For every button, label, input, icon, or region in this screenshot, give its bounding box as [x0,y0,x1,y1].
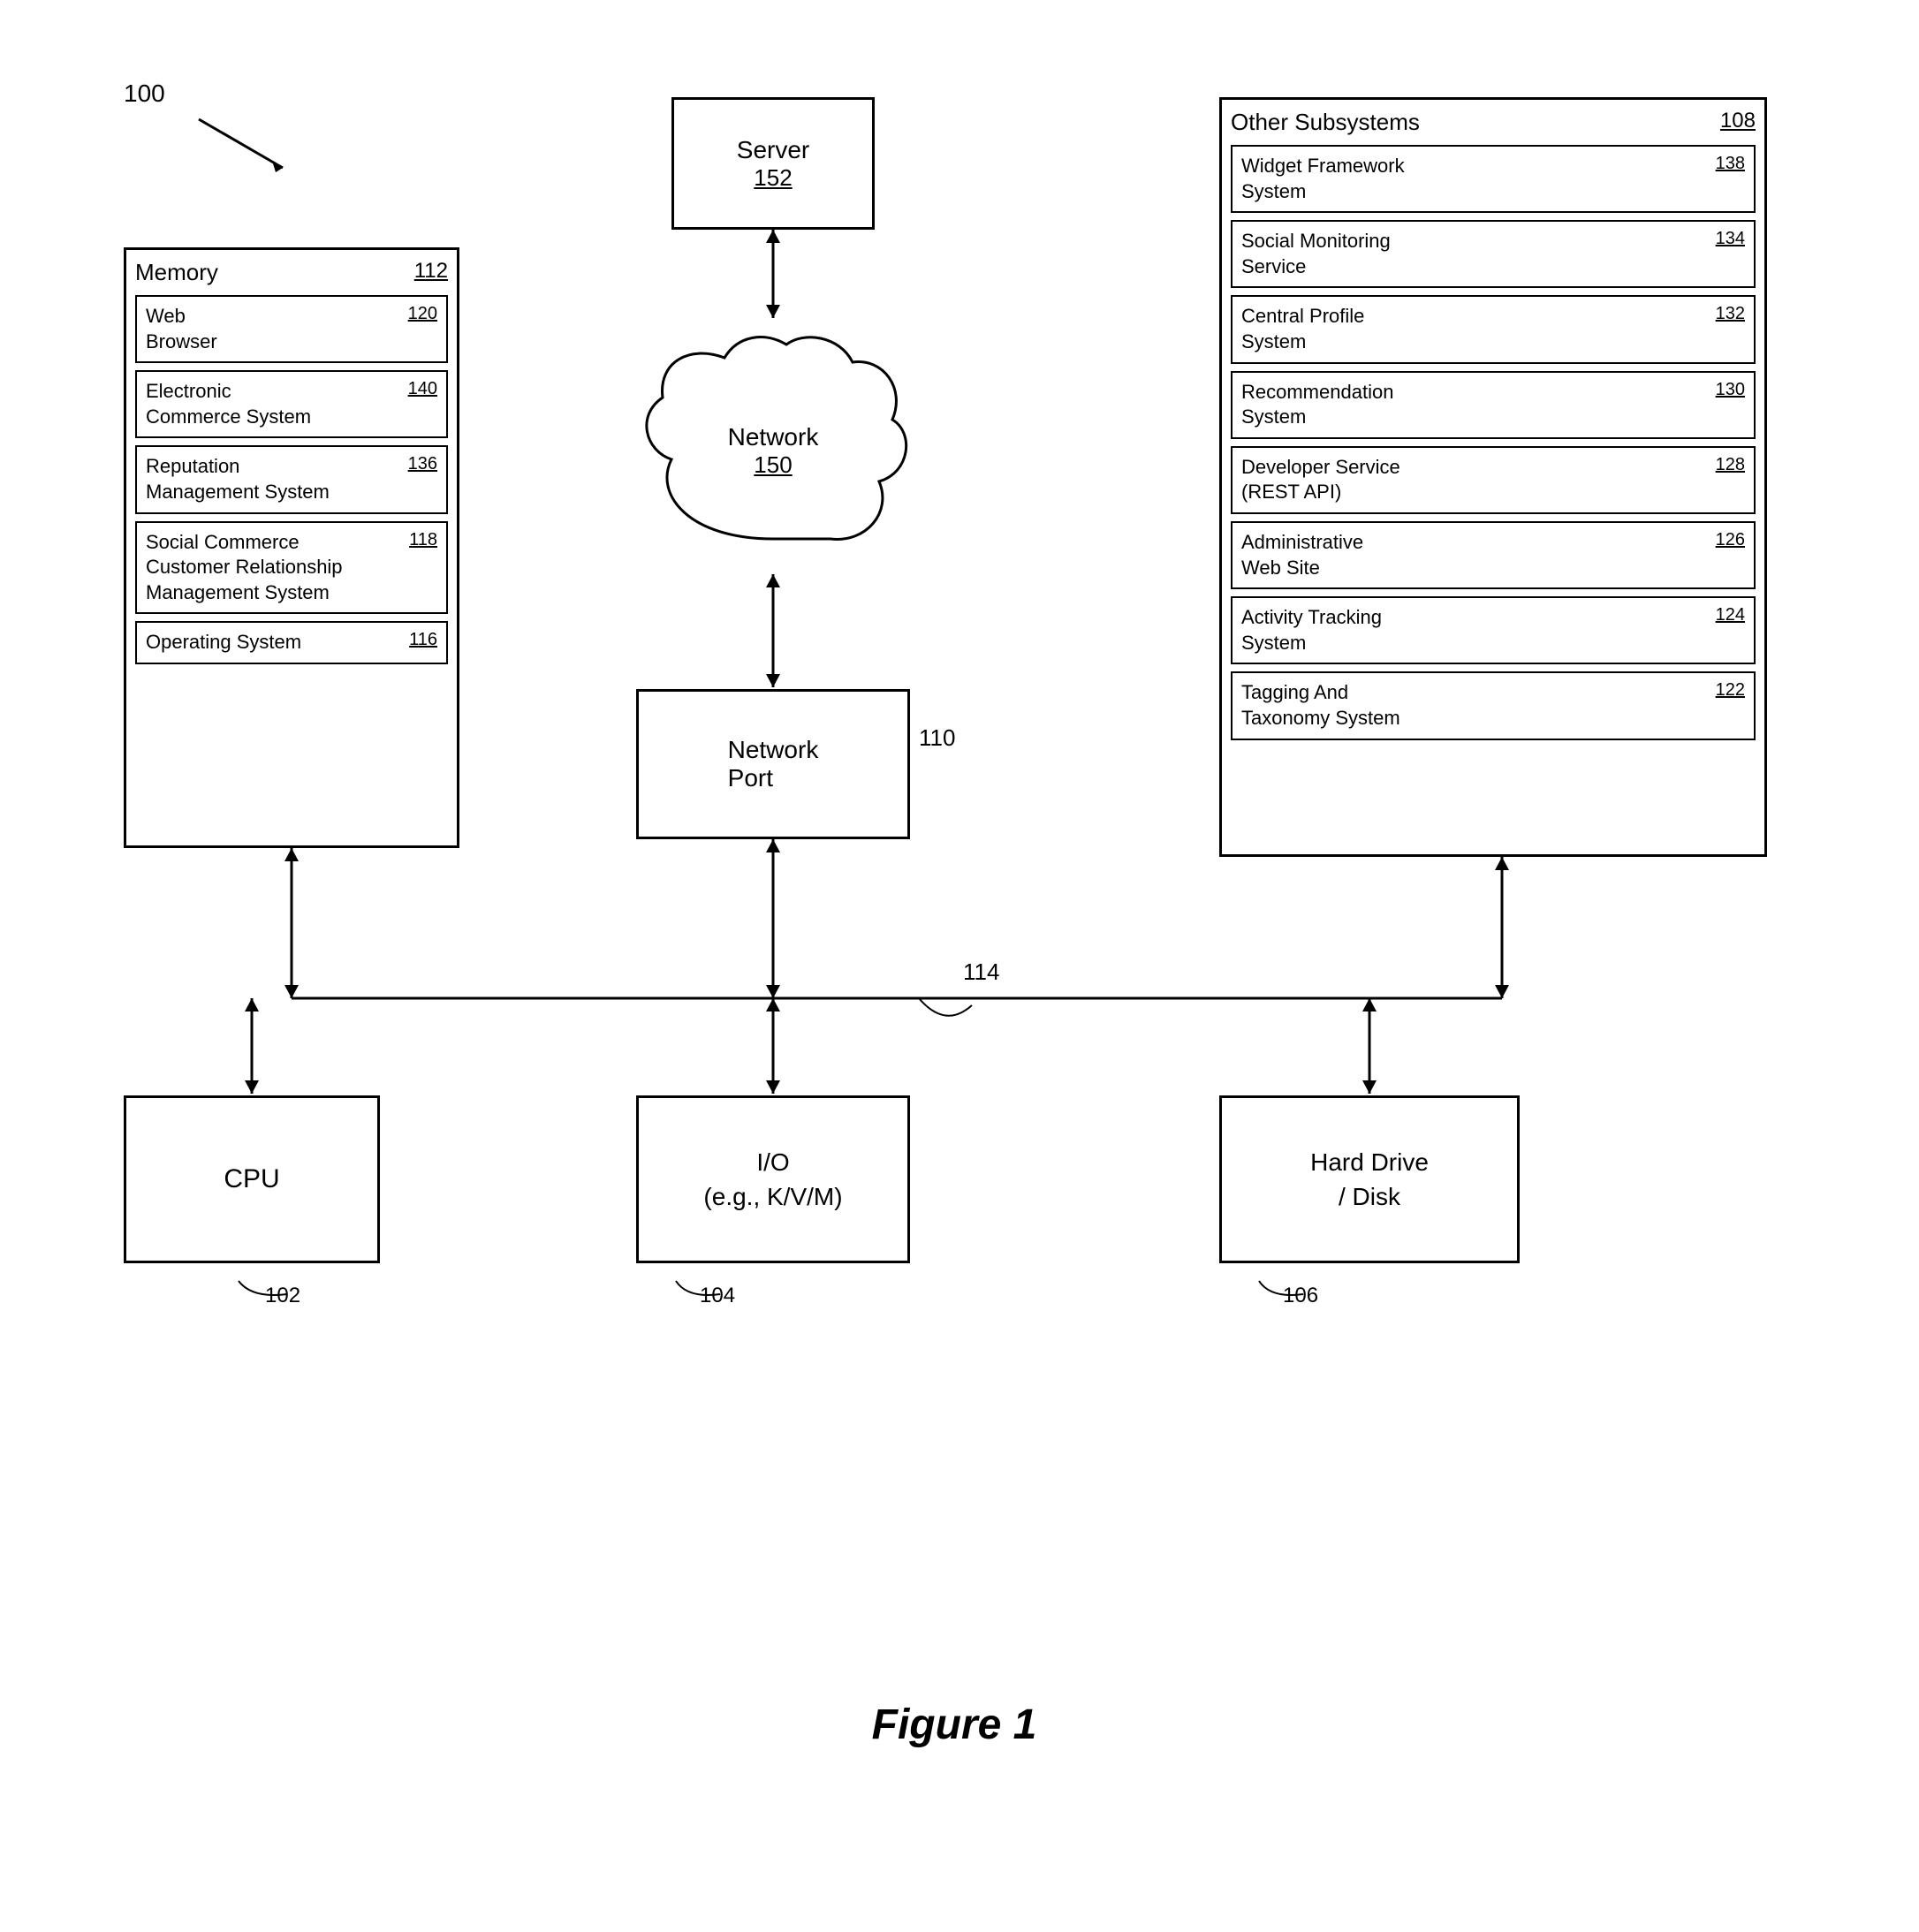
io-title: I/O(e.g., K/V/M) [703,1145,842,1214]
cpu-title: CPU [224,1164,279,1194]
label-100: 100 [124,80,165,108]
reputation-num: 136 [408,454,437,474]
reputation-title: ReputationManagement System [146,454,330,504]
label-cpu: 102 [234,1277,305,1309]
other-title: Other Subsystems [1231,109,1420,136]
reputation-box: ReputationManagement System 136 [135,445,448,513]
label-io: 104 [671,1277,733,1303]
label-hd: 106 [1255,1277,1316,1309]
social-monitoring-box: Social MonitoringService 134 [1231,220,1756,288]
activity-tracking-box: Activity TrackingSystem 124 [1231,596,1756,664]
server-title: Server [737,136,809,164]
admin-web-num: 126 [1716,530,1745,550]
os-box: Operating System 116 [135,621,448,664]
social-commerce-title: Social CommerceCustomer RelationshipMana… [146,530,343,606]
social-monitoring-title: Social MonitoringService [1241,229,1391,279]
server-box: Server 152 [671,97,875,230]
hd-num: 106 [1283,1284,1318,1308]
network-title: Network [728,423,819,451]
tagging-taxonomy-title: Tagging AndTaxonomy System [1241,680,1400,731]
label-114: 114 [963,958,999,986]
developer-service-box: Developer Service(REST API) 128 [1231,446,1756,514]
figure-caption: Figure 1 [872,1701,1037,1749]
web-browser-box: WebBrowser 120 [135,295,448,363]
hard-drive-box: Hard Drive/ Disk [1219,1095,1520,1263]
os-num: 116 [409,630,437,650]
io-box: I/O(e.g., K/V/M) [636,1095,910,1263]
ecommerce-num: 140 [408,379,437,399]
tagging-taxonomy-box: Tagging AndTaxonomy System 122 [1231,671,1756,739]
recommendation-box: RecommendationSystem 130 [1231,371,1756,439]
central-profile-num: 132 [1716,304,1745,324]
ecommerce-box: ElectronicCommerce System 140 [135,370,448,438]
other-subsystems-box: Other Subsystems 108 Widget FrameworkSys… [1219,97,1767,857]
activity-tracking-num: 124 [1716,605,1745,625]
social-commerce-box: Social CommerceCustomer RelationshipMana… [135,521,448,615]
recommendation-num: 130 [1716,380,1745,400]
web-browser-title: WebBrowser [146,304,217,354]
label-110: 110 [919,724,955,752]
admin-web-box: AdministrativeWeb Site 126 [1231,521,1756,589]
ecommerce-title: ElectronicCommerce System [146,379,311,429]
activity-tracking-title: Activity TrackingSystem [1241,605,1382,655]
memory-box: Memory 112 WebBrowser 120 ElectronicComm… [124,247,459,848]
recommendation-title: RecommendationSystem [1241,380,1393,430]
social-monitoring-num: 134 [1716,229,1745,249]
server-num: 152 [754,164,792,192]
admin-web-title: AdministrativeWeb Site [1241,530,1363,580]
developer-service-num: 128 [1716,455,1745,475]
widget-framework-title: Widget FrameworkSystem [1241,154,1405,204]
network-cloud: Network 150 [618,327,928,574]
central-profile-box: Central ProfileSystem 132 [1231,295,1756,363]
cpu-num: 102 [265,1284,300,1308]
developer-service-title: Developer Service(REST API) [1241,455,1400,505]
os-title: Operating System [146,630,301,655]
netport-title: NetworkPort [728,736,819,792]
social-commerce-num: 118 [409,530,437,550]
memory-num: 112 [414,259,448,286]
io-num: 104 [700,1284,735,1308]
diagram-container: 100 Server 152 Memory 112 WebBrowser 120… [71,53,1838,1776]
hd-title: Hard Drive/ Disk [1310,1145,1429,1214]
netport-box: NetworkPort [636,689,910,839]
tagging-taxonomy-num: 122 [1716,680,1745,701]
cpu-box: CPU [124,1095,380,1263]
network-num: 150 [728,451,819,479]
web-browser-num: 120 [408,304,437,324]
widget-framework-box: Widget FrameworkSystem 138 [1231,145,1756,213]
central-profile-title: Central ProfileSystem [1241,304,1364,354]
other-num: 108 [1720,109,1756,136]
widget-framework-num: 138 [1716,154,1745,174]
memory-title: Memory [135,259,218,286]
